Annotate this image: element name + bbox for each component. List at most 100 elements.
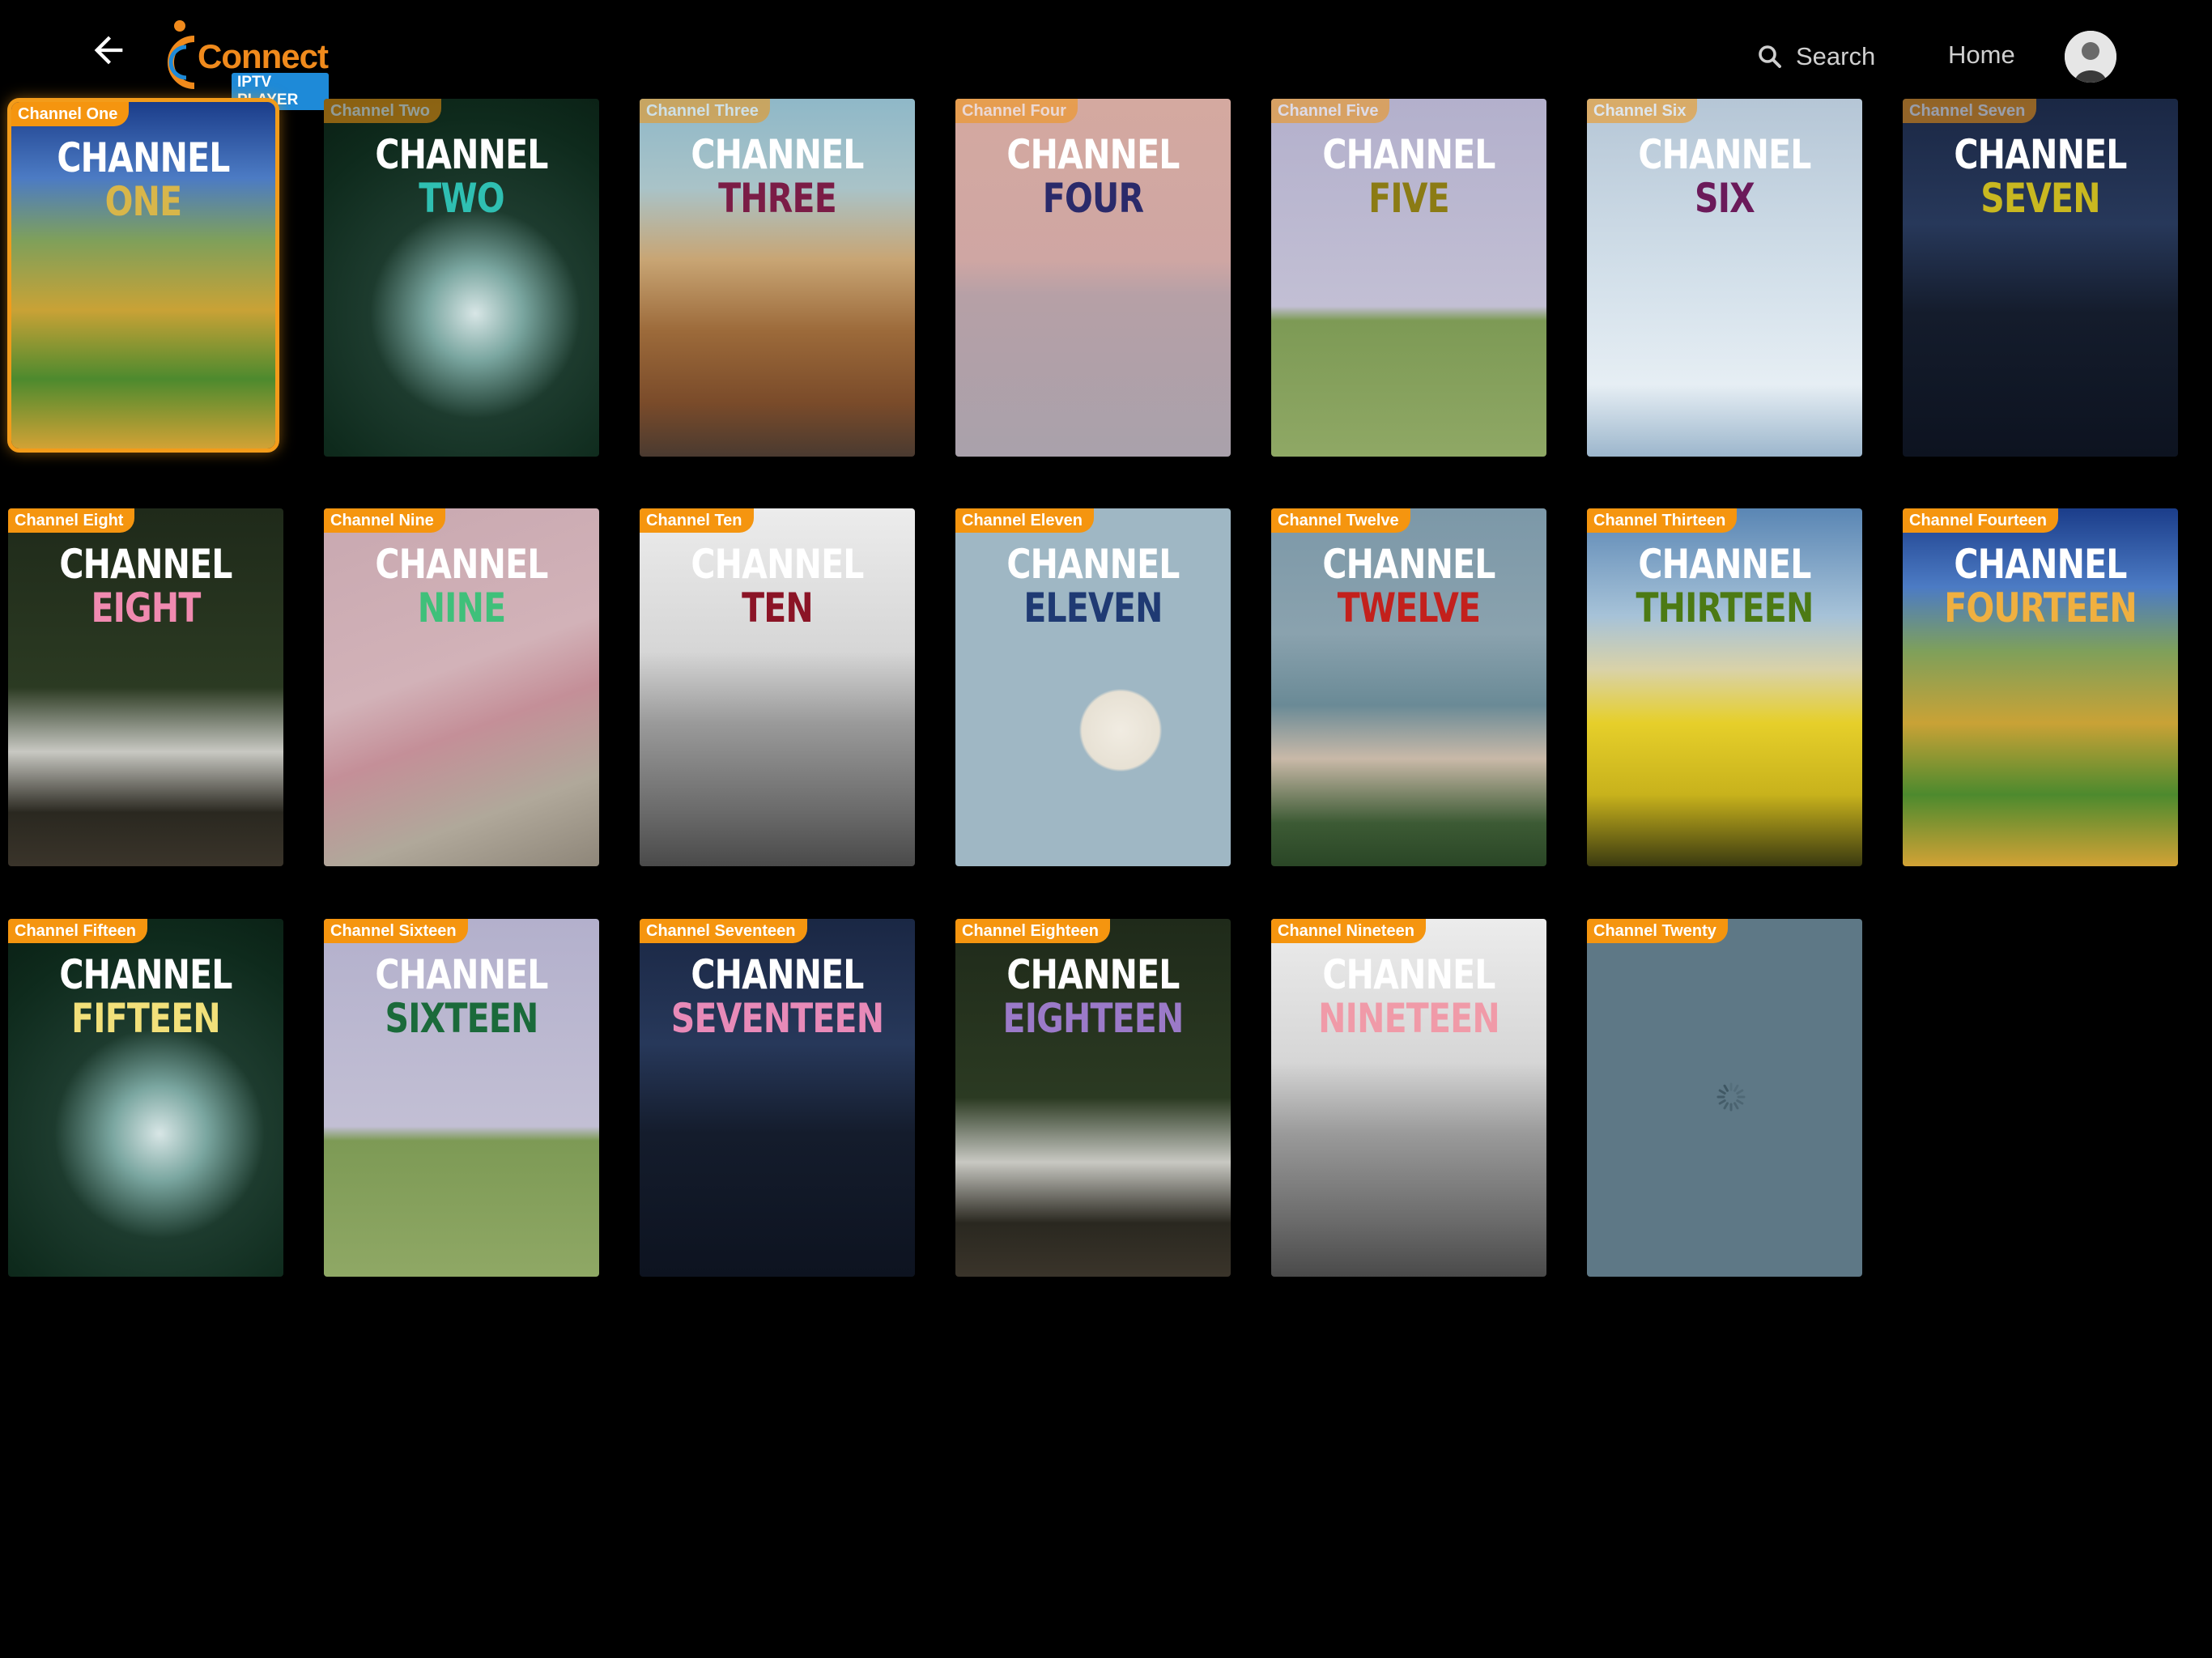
channel-tile[interactable]: CHANNEL FIVE Channel Five <box>1271 99 1546 457</box>
poster-title-line1: CHANNEL <box>59 951 232 998</box>
spinner-spoke <box>1736 1099 1744 1105</box>
poster-title-line2: TEN <box>742 585 814 631</box>
channel-tile[interactable]: CHANNEL SEVEN Channel Seven <box>1903 99 2178 457</box>
poster-title: CHANNEL SEVEN <box>1928 133 2154 220</box>
channel-tile[interactable]: CHANNEL NINE Channel Nine <box>324 508 599 866</box>
app-logo: Connect IPTV PLAYER <box>159 18 329 110</box>
poster-title-line1: CHANNEL <box>1322 131 1495 178</box>
poster-title: CHANNEL THIRTEEN <box>1612 542 1838 630</box>
search-icon <box>1759 45 1781 68</box>
poster-title-line1: CHANNEL <box>1954 541 2127 588</box>
poster-title: CHANNEL TWELVE <box>1296 542 1522 630</box>
channel-name-tag: Channel Nine <box>324 508 445 533</box>
channel-name-tag: Channel One <box>11 102 130 126</box>
poster-title-line1: CHANNEL <box>375 541 548 588</box>
poster-title-line2: NINE <box>417 585 506 631</box>
channel-tile[interactable]: CHANNEL EIGHTEEN Channel Eighteen <box>955 919 1231 1277</box>
channel-name-tag: Channel Two <box>324 99 441 123</box>
poster-title-line1: CHANNEL <box>1322 951 1495 998</box>
poster-title-line2: ONE <box>104 178 183 225</box>
poster-title: CHANNEL FOURTEEN <box>1928 542 2154 630</box>
poster-title-line1: CHANNEL <box>1638 131 1811 178</box>
channel-name-tag: Channel Twelve <box>1271 508 1410 533</box>
user-avatar[interactable] <box>2065 31 2116 83</box>
channel-tile[interactable]: CHANNEL NINETEEN Channel Nineteen <box>1271 919 1546 1277</box>
poster-title-line2: EIGHT <box>91 585 201 631</box>
channel-name-tag: Channel Eight <box>8 508 135 533</box>
poster-title: CHANNEL FIVE <box>1296 133 1522 220</box>
channel-name-tag: Channel Fourteen <box>1903 508 2059 533</box>
poster-title-line1: CHANNEL <box>691 541 864 588</box>
spinner-spoke <box>1723 1102 1729 1110</box>
poster-title: CHANNEL ONE <box>35 136 251 223</box>
channel-tile[interactable]: CHANNEL ELEVEN Channel Eleven <box>955 508 1231 866</box>
poster-title-line2: EIGHTEEN <box>1002 995 1185 1042</box>
poster-title-line1: CHANNEL <box>691 131 864 178</box>
channel-tile[interactable]: CHANNEL FIFTEEN Channel Fifteen <box>8 919 283 1277</box>
search-button[interactable]: Search <box>1755 39 1875 74</box>
poster-title: CHANNEL TWO <box>349 133 575 220</box>
poster-title: CHANNEL SEVENTEEN <box>665 953 891 1040</box>
spinner-spoke <box>1733 1102 1739 1110</box>
poster-title: CHANNEL SIXTEEN <box>349 953 575 1040</box>
channel-name-tag: Channel Eleven <box>955 508 1094 533</box>
channel-name-tag: Channel Six <box>1587 99 1698 123</box>
poster-title: CHANNEL ELEVEN <box>981 542 1206 630</box>
poster-title-line1: CHANNEL <box>1322 541 1495 588</box>
channel-tile[interactable]: CHANNEL SEVENTEEN Channel Seventeen <box>640 919 915 1277</box>
poster-title-line1: CHANNEL <box>375 131 548 178</box>
poster-title-line1: CHANNEL <box>375 951 548 998</box>
channel-tile[interactable]: CHANNEL THIRTEEN Channel Thirteen <box>1587 508 1862 866</box>
poster-title-line2: SIX <box>1695 175 1755 222</box>
poster-title-line2: THIRTEEN <box>1636 585 1814 631</box>
channel-tile[interactable]: CHANNEL THREE Channel Three <box>640 99 915 457</box>
poster-title-line2: FIVE <box>1368 175 1450 222</box>
channel-tile[interactable]: CHANNEL SIX Channel Six <box>1587 99 1862 457</box>
channel-name-tag: Channel Three <box>640 99 770 123</box>
channel-name-tag: Channel Ten <box>640 508 754 533</box>
spinner-spoke <box>1736 1089 1744 1095</box>
poster-title-line2: ELEVEN <box>1023 585 1163 631</box>
poster-title: CHANNEL FOUR <box>981 133 1206 220</box>
loading-spinner-icon <box>1716 1082 1746 1112</box>
channel-tile[interactable]: CHANNEL EIGHT Channel Eight <box>8 508 283 866</box>
channel-tile[interactable]: CHANNEL TWO Channel Two <box>324 99 599 457</box>
poster-title: CHANNEL NINE <box>349 542 575 630</box>
channel-name-tag: Channel Four <box>955 99 1078 123</box>
channel-tile[interactable]: CHANNEL SIXTEEN Channel Sixteen <box>324 919 599 1277</box>
search-label: Search <box>1796 42 1876 70</box>
poster-title-line2: TWO <box>419 175 504 222</box>
spinner-spoke <box>1733 1084 1739 1092</box>
poster-title: CHANNEL SIX <box>1612 133 1838 220</box>
channel-tile[interactable]: CHANNEL ONE Channel One <box>7 98 279 453</box>
poster-title-line2: FIFTEEN <box>71 995 221 1042</box>
channel-tile[interactable]: Channel Twenty <box>1587 919 1862 1277</box>
channel-tile[interactable]: CHANNEL FOUR Channel Four <box>955 99 1231 457</box>
poster-title-line2: SEVENTEEN <box>670 995 884 1042</box>
poster-title-line1: CHANNEL <box>1638 541 1811 588</box>
channel-tile[interactable]: CHANNEL FOURTEEN Channel Fourteen <box>1903 508 2178 866</box>
channel-name-tag: Channel Nineteen <box>1271 919 1426 943</box>
nav-home[interactable]: Home <box>1948 40 2015 70</box>
poster-title-line2: SIXTEEN <box>385 995 539 1042</box>
top-bar: Connect IPTV PLAYER Search Home <box>0 0 2212 110</box>
poster-title-line1: CHANNEL <box>59 541 232 588</box>
channel-name-tag: Channel Sixteen <box>324 919 468 943</box>
poster-title-line2: TWELVE <box>1337 585 1481 631</box>
back-arrow-icon[interactable] <box>87 29 130 71</box>
poster-title: CHANNEL TEN <box>665 542 891 630</box>
poster-title-line2: FOUR <box>1042 175 1144 222</box>
spinner-spoke <box>1718 1089 1726 1095</box>
poster-title: CHANNEL FIFTEEN <box>33 953 259 1040</box>
poster-title-line2: SEVEN <box>1980 175 2100 222</box>
poster-title-line1: CHANNEL <box>1006 951 1180 998</box>
poster-title-line2: NINETEEN <box>1318 995 1499 1042</box>
channel-tile[interactable]: CHANNEL TEN Channel Ten <box>640 508 915 866</box>
poster-title-line2: THREE <box>718 175 837 222</box>
channel-name-tag: Channel Twenty <box>1587 919 1728 943</box>
channel-tile[interactable]: CHANNEL TWELVE Channel Twelve <box>1271 508 1546 866</box>
poster-title: CHANNEL EIGHT <box>33 542 259 630</box>
poster-title-line2: FOURTEEN <box>1944 585 2137 631</box>
channel-name-tag: Channel Fifteen <box>8 919 148 943</box>
poster-title-line1: CHANNEL <box>1006 131 1180 178</box>
